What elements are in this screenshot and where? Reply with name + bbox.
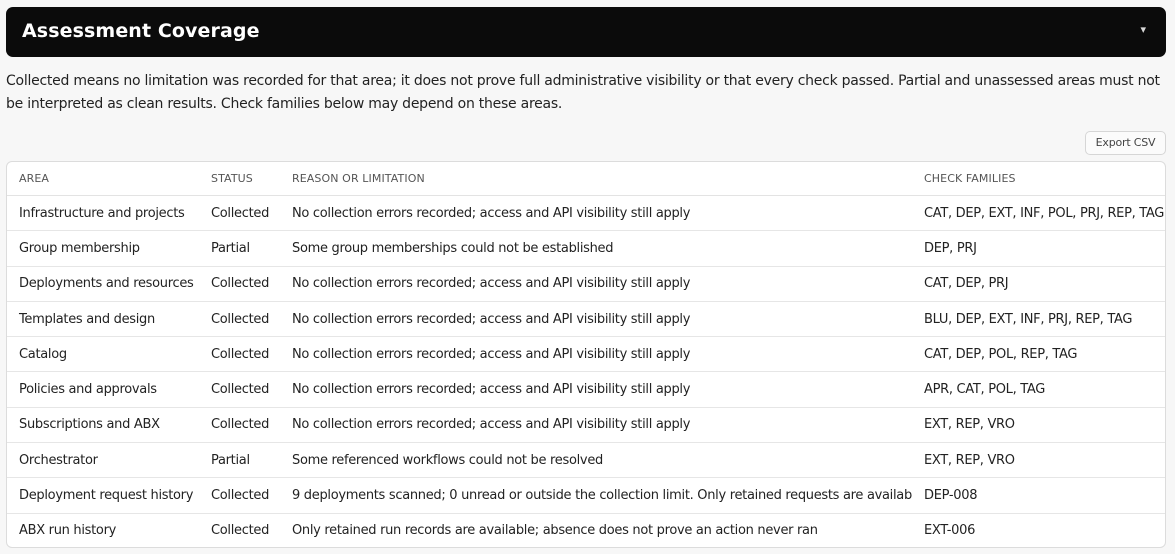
area-cell: Catalog	[7, 336, 199, 373]
status-cell: Collected	[199, 407, 280, 444]
area-cell: ABX run history	[19, 523, 117, 539]
status-cell: Partial	[199, 230, 280, 267]
reason-cell: Some referenced workflows could not be r…	[280, 442, 912, 479]
reason-cell: Only retained run records are available;…	[292, 523, 818, 539]
reason-cell: No collection errors recorded; access an…	[280, 336, 912, 373]
status-cell: Collected	[199, 195, 280, 232]
status-cell: Collected	[199, 477, 280, 514]
status-cell: Collected	[199, 336, 280, 373]
area-cell: Deployment request history	[7, 477, 199, 514]
status-cell: Collected	[199, 371, 280, 408]
area-cell: Group membership	[7, 230, 199, 267]
table-row: Catalog Collected No collection errors rec…	[7, 336, 1165, 373]
reason-cell: No collection errors recorded; access an…	[280, 371, 912, 408]
table-row: Deployment request history Collected 9 dep…	[7, 477, 1165, 514]
coverage-table: AREA STATUS REASON OR LIMITATION CHECK F…	[6, 161, 1166, 548]
status-cell: Collected	[199, 266, 280, 302]
status-cell: Collected	[199, 301, 280, 338]
table-row: Group membership Partial Some group member…	[7, 230, 1165, 267]
table-row: ABX run history Collected Only retained ru…	[7, 513, 1165, 547]
column-header-reason: REASON OR LIMITATION	[280, 162, 912, 196]
export-csv-button[interactable]: Export CSV	[1085, 131, 1166, 155]
section-title: Assessment Coverage	[22, 20, 260, 42]
table-row: Deployments and resources Collected No col…	[7, 266, 1165, 302]
reason-cell: No collection errors recorded; access an…	[280, 266, 912, 302]
reason-cell: No collection errors recorded; access an…	[280, 407, 912, 444]
check-families-cell: DEP-008	[912, 477, 1165, 514]
check-families-cell: CAT, DEP, POL, REP, TAG	[912, 336, 1165, 373]
check-families-cell: CAT, DEP, EXT, INF, POL, PRJ, REP, TAG	[912, 195, 1165, 232]
area-cell: Templates and design	[7, 301, 199, 338]
reason-cell: No collection errors recorded; access an…	[280, 301, 912, 338]
area-cell: Subscriptions and ABX	[7, 407, 199, 444]
area-cell: Deployments and resources	[7, 266, 199, 302]
coverage-description: Collected means no limitation was record…	[6, 73, 1160, 112]
column-header-status: STATUS	[199, 162, 280, 196]
table-header-row: AREA STATUS REASON OR LIMITATION CHECK F…	[7, 162, 1165, 196]
check-families-cell: DEP, PRJ	[912, 230, 1165, 267]
table-row: Subscriptions and ABX Collected No collect…	[7, 407, 1165, 444]
area-cell: Policies and approvals	[7, 371, 199, 408]
reason-cell: 9 deployments scanned; 0 unread or outsi…	[280, 477, 912, 514]
table-row: Orchestrator Partial Some referenced workf…	[7, 442, 1165, 479]
collapse-toggle-icon[interactable]: ▾	[1140, 23, 1146, 36]
table-row: Templates and design Collected No collecti…	[7, 301, 1165, 338]
area-cell: Orchestrator	[7, 442, 199, 479]
status-cell: Collected	[211, 523, 270, 539]
check-families-cell: APR, CAT, POL, TAG	[912, 371, 1165, 408]
coverage-section-header[interactable]: Assessment Coverage ▾	[6, 7, 1166, 57]
check-families-cell: CAT, DEP, PRJ	[912, 266, 1165, 302]
column-header-area: AREA	[7, 162, 199, 196]
check-families-cell: EXT, REP, VRO	[912, 442, 1165, 479]
status-cell: Partial	[199, 442, 280, 479]
check-families-cell: EXT, REP, VRO	[912, 407, 1165, 444]
table-row: Infrastructure and projects Collected No c…	[7, 195, 1165, 232]
check-families-cell: EXT-006	[924, 523, 976, 539]
check-families-cell: BLU, DEP, EXT, INF, PRJ, REP, TAG	[912, 301, 1165, 338]
area-cell: Infrastructure and projects	[7, 195, 199, 232]
reason-cell: No collection errors recorded; access an…	[280, 195, 912, 232]
reason-cell: Some group memberships could not be esta…	[280, 230, 912, 267]
table-row: Policies and approvals Collected No collec…	[7, 371, 1165, 408]
column-header-check-families: CHECK FAMILIES	[912, 162, 1165, 196]
